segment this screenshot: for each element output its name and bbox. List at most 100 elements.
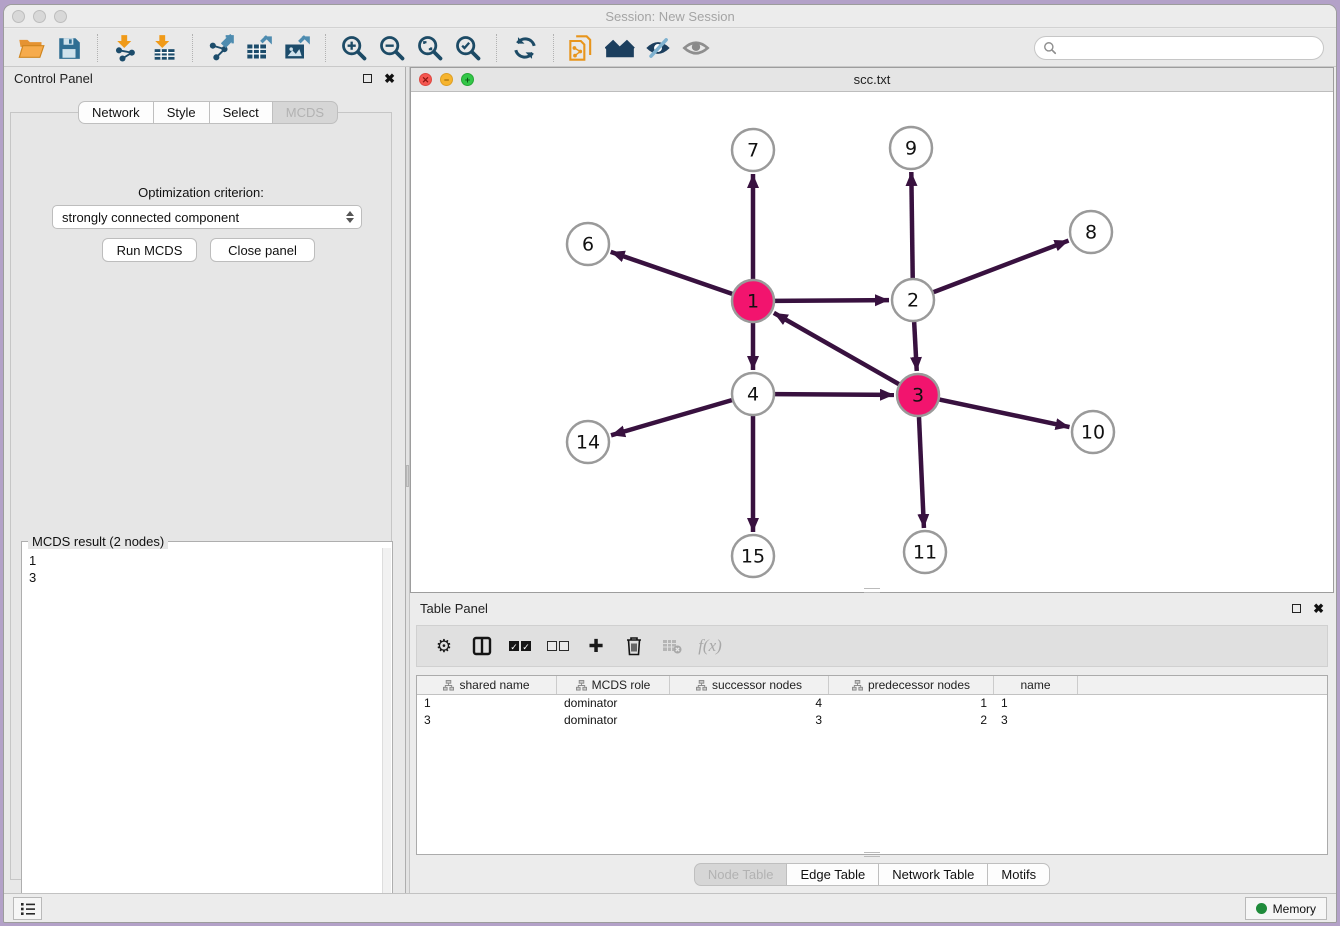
edge-4-3[interactable] xyxy=(775,394,894,395)
tab-network[interactable]: Network xyxy=(78,101,153,124)
mcds-result-text: 1 3 xyxy=(22,548,382,914)
float-panel-icon[interactable] xyxy=(1292,604,1301,613)
toolbar-separator xyxy=(192,34,193,62)
memory-label: Memory xyxy=(1273,902,1316,916)
gear-button[interactable]: ⚙ xyxy=(429,631,459,661)
hide-eye-button[interactable] xyxy=(642,32,674,64)
columns-button[interactable] xyxy=(467,631,497,661)
table-resize-grip[interactable] xyxy=(864,852,880,857)
delete-table-button[interactable] xyxy=(657,631,687,661)
function-builder-button[interactable]: f(x) xyxy=(695,631,725,661)
column-header-label: successor nodes xyxy=(712,678,802,692)
column-header-label: predecessor nodes xyxy=(868,678,970,692)
column-header-successor-nodes[interactable]: successor nodes xyxy=(670,676,829,694)
unchecked-box-icon: ✓ xyxy=(547,641,557,651)
unchecked-box-icon: ✓ xyxy=(559,641,569,651)
table-cell: 4 xyxy=(670,695,829,712)
optimization-criterion-label: Optimization criterion: xyxy=(11,185,391,200)
table-cell: dominator xyxy=(557,695,670,712)
tab-edge-table[interactable]: Edge Table xyxy=(786,863,878,886)
edge-3-11[interactable] xyxy=(919,417,924,528)
network-title: scc.txt xyxy=(411,72,1333,87)
result-scrollbar-track[interactable] xyxy=(382,548,391,915)
export-image-button[interactable] xyxy=(281,32,313,64)
frame-resize-grip[interactable] xyxy=(864,588,880,593)
task-history-button[interactable] xyxy=(13,897,42,920)
criterion-select[interactable]: strongly connected component xyxy=(52,205,362,229)
search-icon xyxy=(1043,41,1057,55)
zoom-in-button[interactable] xyxy=(338,32,370,64)
duplicate-network-icon xyxy=(568,34,596,62)
open-session-button[interactable] xyxy=(15,32,47,64)
network-canvas[interactable]: 7968124314101511 xyxy=(411,92,1333,592)
node-label-10: 10 xyxy=(1081,422,1105,444)
run-mcds-button[interactable]: Run MCDS xyxy=(102,238,197,262)
column-header-shared-name[interactable]: shared name xyxy=(417,676,557,694)
edge-3-10[interactable] xyxy=(940,400,1070,427)
column-header-MCDS-role[interactable]: MCDS role xyxy=(557,676,670,694)
control-panel-header: Control Panel ✖ xyxy=(4,67,405,89)
close-panel-icon[interactable]: ✖ xyxy=(384,72,395,85)
zoom-out-button[interactable] xyxy=(376,32,408,64)
close-panel-button[interactable]: Close panel xyxy=(210,238,315,262)
houses-button[interactable] xyxy=(604,32,636,64)
eye-icon xyxy=(682,34,710,62)
deselect-all-button[interactable]: ✓ ✓ xyxy=(543,631,573,661)
edge-4-14[interactable] xyxy=(611,400,732,435)
refresh-icon xyxy=(512,35,538,61)
trash-button[interactable] xyxy=(619,631,649,661)
tab-select[interactable]: Select xyxy=(209,101,272,124)
status-bar: Memory xyxy=(4,893,1336,922)
column-header-label: shared name xyxy=(459,678,529,692)
node-label-14: 14 xyxy=(576,432,600,454)
export-network-button[interactable] xyxy=(205,32,237,64)
network-window-titlebar: ✕ − + scc.txt xyxy=(411,68,1333,92)
edge-1-2[interactable] xyxy=(775,300,889,301)
edge-2-8[interactable] xyxy=(934,241,1069,293)
tab-style[interactable]: Style xyxy=(153,101,209,124)
select-all-button[interactable]: ✓ ✓ xyxy=(505,631,535,661)
zoom-out-icon xyxy=(378,34,406,62)
import-network-button[interactable] xyxy=(110,32,142,64)
table-cell: 1 xyxy=(417,695,557,712)
main-area: Control Panel ✖ NetworkStyleSelectMCDS O… xyxy=(4,67,1336,895)
tab-network-table[interactable]: Network Table xyxy=(878,863,987,886)
show-eye-button[interactable] xyxy=(680,32,712,64)
node-label-15: 15 xyxy=(741,546,765,568)
tab-motifs[interactable]: Motifs xyxy=(987,863,1050,886)
toolbar-separator xyxy=(496,34,497,62)
column-header-predecessor-nodes[interactable]: predecessor nodes xyxy=(829,676,994,694)
edge-1-6[interactable] xyxy=(611,252,733,294)
zoom-selected-button[interactable] xyxy=(452,32,484,64)
refresh-button[interactable] xyxy=(509,32,541,64)
column-header-name[interactable]: name xyxy=(994,676,1078,694)
edge-2-9[interactable] xyxy=(911,172,912,278)
fit-content-button[interactable] xyxy=(414,32,446,64)
save-session-button[interactable] xyxy=(53,32,85,64)
edge-3-1[interactable] xyxy=(774,313,899,384)
node-table: shared name MCDS role successor nodes prede… xyxy=(416,675,1328,855)
memory-button[interactable]: Memory xyxy=(1245,897,1327,920)
export-table-button[interactable] xyxy=(243,32,275,64)
checked-box-icon: ✓ xyxy=(509,641,519,651)
tree-icon xyxy=(852,680,863,691)
table-cell: 3 xyxy=(994,712,1078,729)
import-table-button[interactable] xyxy=(148,32,180,64)
float-panel-icon[interactable] xyxy=(363,74,372,83)
tree-icon xyxy=(576,680,587,691)
add-button[interactable]: ✚ xyxy=(581,631,611,661)
zoom-selected-icon xyxy=(454,34,482,62)
table-row[interactable]: 3dominator323 xyxy=(417,712,1327,729)
edge-2-3[interactable] xyxy=(914,322,917,371)
tree-icon xyxy=(443,680,454,691)
main-toolbar xyxy=(4,29,1336,67)
duplicate-network-button[interactable] xyxy=(566,32,598,64)
tab-mcds[interactable]: MCDS xyxy=(272,101,338,124)
tab-node-table[interactable]: Node Table xyxy=(694,863,787,886)
close-panel-icon[interactable]: ✖ xyxy=(1313,602,1324,615)
table-row[interactable]: 1dominator411 xyxy=(417,695,1327,712)
search-input[interactable] xyxy=(1062,40,1323,55)
save-floppy-icon xyxy=(56,35,82,61)
criterion-value: strongly connected component xyxy=(62,210,239,225)
table-header-row: shared name MCDS role successor nodes prede… xyxy=(417,676,1327,695)
